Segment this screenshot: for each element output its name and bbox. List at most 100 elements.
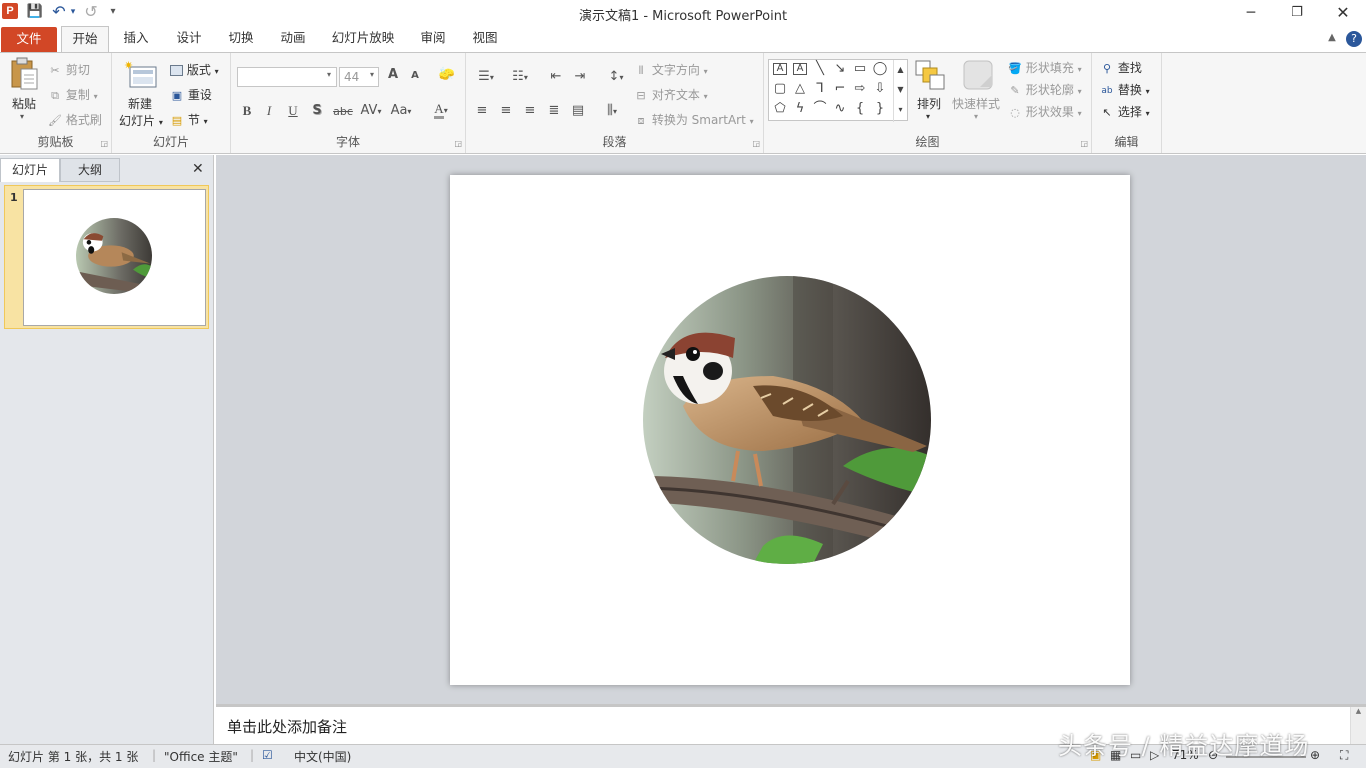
collapse-ribbon-icon[interactable]: ▲ bbox=[1322, 26, 1342, 52]
quick-styles-icon[interactable] bbox=[962, 59, 994, 91]
line-shape-icon[interactable]: ╲ bbox=[811, 60, 829, 78]
quick-styles-dropdown-icon[interactable]: ▾ bbox=[974, 112, 978, 121]
decrease-indent-button[interactable]: ⇤ bbox=[546, 69, 566, 84]
tab-animations[interactable]: 动画 bbox=[273, 26, 313, 52]
shape-outline-button[interactable]: ✎ 形状轮廓 ▾ bbox=[1008, 81, 1081, 98]
sparrow-picture[interactable] bbox=[643, 276, 931, 564]
smartart-button[interactable]: ⧈ 转换为 SmartArt ▾ bbox=[634, 111, 754, 128]
notes-scrollbar[interactable]: ▲ bbox=[1350, 707, 1366, 744]
close-button[interactable]: ✕ bbox=[1320, 0, 1366, 26]
tab-file[interactable]: 文件 bbox=[1, 27, 57, 52]
left-brace-shape-icon[interactable]: { bbox=[851, 100, 869, 118]
shrink-font-button[interactable]: A bbox=[405, 70, 425, 81]
scribble-shape-icon[interactable]: ϟ bbox=[791, 100, 809, 118]
tab-outline[interactable]: 大纲 bbox=[60, 158, 120, 182]
align-right-button[interactable]: ≡ bbox=[520, 103, 540, 118]
theme-status[interactable]: "Office 主题" bbox=[164, 748, 238, 765]
restore-button[interactable]: ❐ bbox=[1274, 0, 1320, 26]
slide-thumbnail-1[interactable]: 1 bbox=[4, 185, 209, 329]
align-center-button[interactable]: ≡ bbox=[496, 103, 516, 118]
shapes-scroll-icon[interactable]: ▲ ▼ ▾ bbox=[893, 60, 907, 122]
tab-design[interactable]: 设计 bbox=[169, 26, 209, 52]
new-slide-label[interactable]: 新建 bbox=[128, 95, 152, 112]
tab-insert[interactable]: 插入 bbox=[116, 26, 156, 52]
paste-dropdown-icon[interactable]: ▾ bbox=[20, 112, 24, 121]
bold-button[interactable]: B bbox=[237, 103, 257, 119]
arrange-dropdown-icon[interactable]: ▾ bbox=[926, 112, 930, 121]
oval-shape-icon[interactable]: ◯ bbox=[871, 60, 889, 78]
numbering-button[interactable]: ☷▾ bbox=[506, 69, 534, 84]
vertical-textbox-shape-icon[interactable]: A bbox=[793, 63, 807, 75]
triangle-shape-icon[interactable]: △ bbox=[791, 80, 809, 98]
shape-effects-button[interactable]: ◌ 形状效果 ▾ bbox=[1008, 103, 1082, 120]
columns-button[interactable]: ⫼▾ bbox=[598, 103, 626, 118]
bullets-button[interactable]: ☰▾ bbox=[472, 69, 500, 84]
new-slide-icon[interactable]: ✷ bbox=[124, 59, 157, 91]
new-slide-button[interactable]: 幻灯片 ▾ bbox=[119, 112, 163, 129]
curve-shape-icon[interactable]: ∿ bbox=[831, 100, 849, 118]
copy-button[interactable]: ⧉ 复制 ▾ bbox=[48, 86, 98, 103]
font-color-button[interactable]: A▾ bbox=[429, 101, 453, 119]
increase-indent-button[interactable]: ⇥ bbox=[570, 69, 590, 84]
italic-button[interactable]: I bbox=[259, 103, 279, 119]
distributed-button[interactable]: ▤ bbox=[568, 103, 588, 118]
align-text-button[interactable]: ⊟ 对齐文本 ▾ bbox=[634, 86, 707, 103]
tab-slideshow[interactable]: 幻灯片放映 bbox=[327, 26, 399, 52]
elbow-connector-shape-icon[interactable]: ⅂ bbox=[811, 80, 829, 98]
font-name-combo[interactable] bbox=[237, 67, 337, 87]
arrange-icon[interactable] bbox=[914, 59, 946, 91]
arrange-button[interactable]: 排列 bbox=[917, 95, 941, 112]
close-panel-icon[interactable]: ✕ bbox=[192, 161, 204, 177]
minimize-button[interactable]: ─ bbox=[1228, 0, 1274, 26]
find-button[interactable]: ⚲ 查找 bbox=[1100, 59, 1142, 76]
strikethrough-button[interactable]: abc bbox=[331, 105, 355, 118]
section-button[interactable]: ▤ 节 ▾ bbox=[170, 111, 208, 128]
spellcheck-icon[interactable]: ☑ bbox=[262, 748, 273, 762]
drawing-launcher-icon[interactable]: ◲ bbox=[1080, 139, 1088, 148]
character-spacing-button[interactable]: AV▾ bbox=[359, 103, 383, 118]
down-arrow-shape-icon[interactable]: ⇩ bbox=[871, 80, 889, 98]
right-arrow-shape-icon[interactable]: ⇨ bbox=[851, 80, 869, 98]
rectangle-shape-icon[interactable]: ▭ bbox=[851, 60, 869, 78]
freeform-shape-icon[interactable]: ⬠ bbox=[771, 100, 789, 118]
quick-styles-button[interactable]: 快速样式 bbox=[952, 95, 1000, 112]
font-name-dropdown-icon[interactable]: ▾ bbox=[327, 70, 331, 79]
select-button[interactable]: ↖ 选择 ▾ bbox=[1100, 103, 1149, 120]
notes-placeholder[interactable]: 单击此处添加备注 bbox=[227, 716, 347, 737]
right-brace-shape-icon[interactable]: } bbox=[871, 100, 889, 118]
text-direction-button[interactable]: ⫴ 文字方向 ▾ bbox=[634, 61, 708, 78]
elbow-arrow-shape-icon[interactable]: ⌐ bbox=[831, 80, 849, 98]
font-launcher-icon[interactable]: ◲ bbox=[454, 139, 462, 148]
fit-to-window-icon[interactable]: ⛶ bbox=[1340, 748, 1348, 763]
arrow-line-shape-icon[interactable]: ↘ bbox=[831, 60, 849, 78]
slide-canvas[interactable] bbox=[450, 175, 1130, 685]
justify-button[interactable]: ≣ bbox=[544, 103, 564, 118]
curved-connector-shape-icon[interactable]: ⌒ bbox=[811, 100, 829, 118]
textbox-shape-icon[interactable]: A bbox=[773, 63, 787, 75]
line-spacing-button[interactable]: ↕▾ bbox=[602, 69, 630, 84]
shape-fill-button[interactable]: 🪣 形状填充 ▾ bbox=[1008, 59, 1082, 76]
clear-format-icon[interactable]: 🧽 bbox=[437, 67, 457, 82]
rounded-rectangle-shape-icon[interactable]: ▢ bbox=[771, 80, 789, 98]
paste-icon[interactable] bbox=[8, 57, 40, 90]
align-left-button[interactable]: ≡ bbox=[472, 103, 492, 118]
tab-home[interactable]: 开始 bbox=[61, 26, 109, 53]
shapes-gallery[interactable]: A A ╲ ↘ ▭ ◯ ▢ △ ⅂ ⌐ ⇨ ⇩ ⬠ ϟ ⌒ ∿ { } ▲ ▼ ▾ bbox=[768, 59, 908, 122]
paragraph-launcher-icon[interactable]: ◲ bbox=[752, 139, 760, 148]
cut-button[interactable]: ✂ 剪切 bbox=[48, 61, 89, 78]
text-shadow-button[interactable]: S bbox=[307, 103, 327, 118]
clipboard-launcher-icon[interactable]: ◲ bbox=[100, 139, 108, 148]
help-icon[interactable]: ? bbox=[1344, 26, 1364, 52]
grow-font-button[interactable]: A bbox=[383, 67, 403, 82]
change-case-button[interactable]: Aa▾ bbox=[389, 103, 413, 118]
tab-view[interactable]: 视图 bbox=[465, 26, 505, 52]
language-status[interactable]: 中文(中国) bbox=[294, 748, 351, 765]
replace-button[interactable]: ab 替换 ▾ bbox=[1100, 81, 1149, 98]
tab-review[interactable]: 审阅 bbox=[413, 26, 453, 52]
reset-button[interactable]: ▣ 重设 bbox=[170, 86, 212, 103]
font-size-dropdown-icon[interactable]: ▾ bbox=[370, 70, 374, 79]
zoom-in-icon[interactable]: ⊕ bbox=[1310, 748, 1320, 762]
paste-button[interactable]: 粘贴 bbox=[12, 95, 36, 112]
layout-button[interactable]: 版式 ▾ bbox=[170, 61, 219, 78]
tab-transitions[interactable]: 切换 bbox=[221, 26, 261, 52]
